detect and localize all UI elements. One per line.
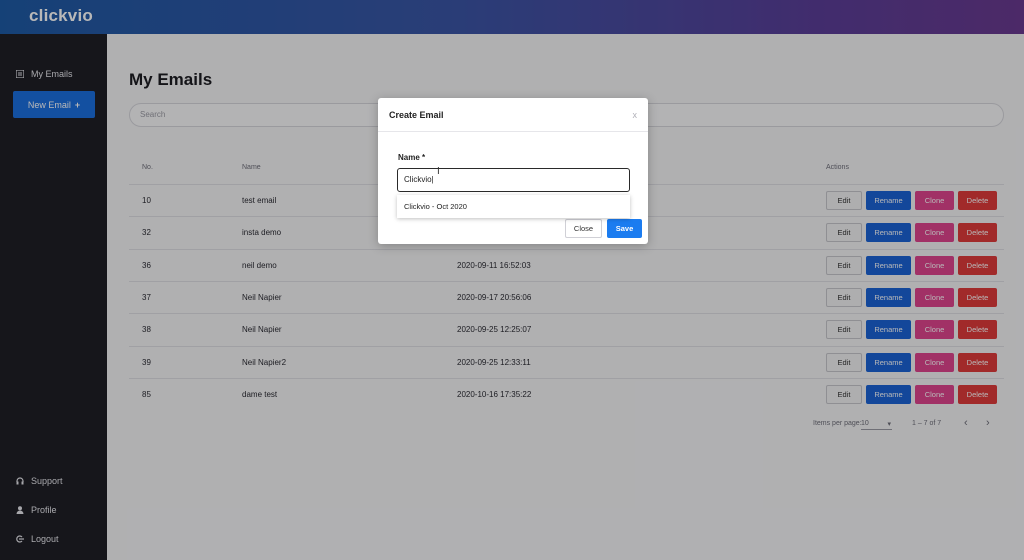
name-input[interactable]: Clickvio|	[397, 168, 630, 192]
text-caret: |	[431, 175, 434, 184]
divider	[378, 131, 648, 132]
create-email-dialog: Create Email x Name * Clickvio| Clickvio…	[378, 98, 648, 244]
modal-backdrop[interactable]	[0, 0, 1024, 560]
close-button[interactable]: Close	[565, 219, 602, 238]
dialog-title: Create Email	[389, 110, 444, 120]
autocomplete-suggestion[interactable]: Clickvio - Oct 2020	[397, 195, 630, 218]
close-icon[interactable]: x	[633, 110, 638, 120]
name-input-value: Clickvio	[404, 175, 432, 184]
name-field-label: Name *	[398, 153, 426, 162]
text-cursor-icon: I	[437, 166, 440, 177]
save-button[interactable]: Save	[607, 219, 642, 238]
